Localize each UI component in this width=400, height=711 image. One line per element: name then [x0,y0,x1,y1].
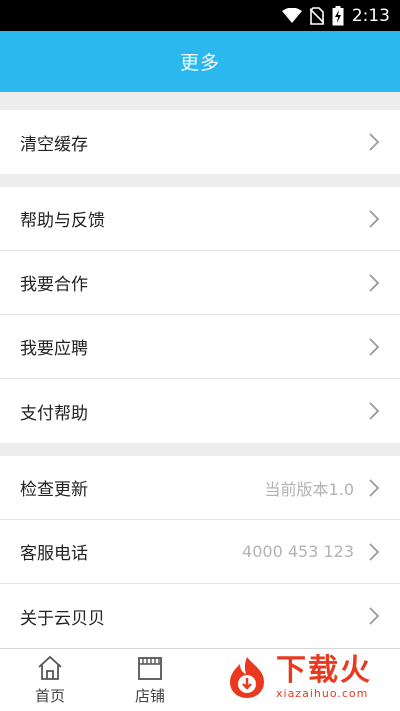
watermark-url: xiazaihuo.com [276,686,369,700]
battery-charging-icon [332,5,344,25]
menu-item-label: 清空缓存 [20,134,88,155]
chevron-right-icon [369,133,380,151]
tab-home[interactable]: 首页 [20,655,80,706]
menu-item-label: 我要应聘 [20,339,88,359]
settings-list: 清空缓存 帮助与反馈 我要合作 我要应聘 支付帮助 检查更新 当前版本1.0 客… [0,92,400,648]
menu-item-label: 帮助与反馈 [20,211,105,231]
page-title: 更多 [179,52,220,74]
version-value: 当前版本1.0 [264,479,354,499]
menu-item-service-phone[interactable]: 客服电话 4000 453 123 [0,520,400,584]
chevron-right-icon [369,478,380,497]
tab-label: 店铺 [134,687,165,705]
no-sim-icon [309,6,324,25]
section-divider [0,92,400,110]
chevron-right-icon [369,209,380,228]
wifi-icon [281,7,302,23]
tab-label: 首页 [34,687,65,705]
section-divider [0,174,400,187]
flame-logo-icon [230,657,264,698]
watermark-logo: 下载火 xiazaihuo.com [224,647,394,707]
menu-item-about[interactable]: 关于云贝贝 [0,584,400,648]
header-bar: 更多 [0,31,400,92]
chevron-right-icon [369,402,380,420]
menu-item-label: 我要合作 [20,275,88,295]
chevron-right-icon [369,337,380,356]
chevron-right-icon [369,542,380,561]
watermark-text: 下载火 [276,652,372,688]
clock: 2:13 [351,5,390,26]
menu-item-label: 关于云贝贝 [20,608,105,629]
chevron-right-icon [369,273,380,292]
menu-item-check-update[interactable]: 检查更新 当前版本1.0 [0,456,400,520]
bottom-tab-bar: 首页 店铺 下载火 xiazaihuo.com [0,648,400,711]
store-icon [138,657,162,680]
menu-item-label: 支付帮助 [20,403,88,424]
phone-value: 4000 453 123 [242,542,354,561]
menu-item-clear-cache[interactable]: 清空缓存 [0,110,400,174]
section-divider [0,443,400,456]
menu-item-label: 客服电话 [20,544,88,564]
menu-item-payment-help[interactable]: 支付帮助 [0,379,400,443]
tab-store[interactable]: 店铺 [120,655,180,706]
chevron-right-icon [369,607,380,625]
home-icon [38,655,62,680]
menu-item-help-feedback[interactable]: 帮助与反馈 [0,187,400,251]
menu-item-apply-job[interactable]: 我要应聘 [0,315,400,379]
menu-item-cooperate[interactable]: 我要合作 [0,251,400,315]
menu-item-label: 检查更新 [20,480,88,500]
status-bar: 2:13 [0,0,400,31]
